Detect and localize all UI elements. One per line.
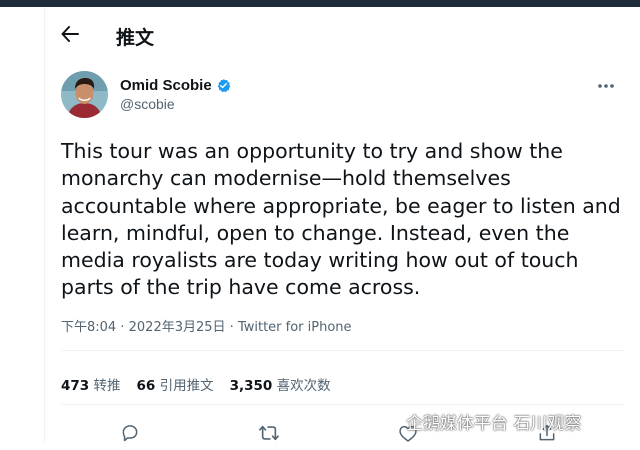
likes-count: 3,350	[229, 378, 273, 394]
tweet-time[interactable]: 下午8:04	[61, 320, 116, 335]
camera-logo-icon	[378, 411, 400, 432]
author-name-text: Omid Scobie	[120, 77, 212, 94]
likes-label: 喜欢次数	[276, 378, 331, 394]
tweet-stats: 473 转推 66 引用推文 3,350 喜欢次数	[61, 374, 331, 394]
author-name[interactable]: Omid Scobie	[120, 77, 231, 94]
quotes-label: 引用推文	[159, 378, 214, 394]
avatar[interactable]	[61, 71, 108, 118]
meta-separator: ·	[120, 320, 125, 335]
retweets-stat[interactable]: 473 转推	[61, 374, 120, 394]
avatar-photo	[61, 71, 108, 118]
retweet-icon	[259, 425, 279, 441]
author-handle[interactable]: @scobie	[120, 96, 175, 112]
more-horizontal-icon	[598, 84, 614, 88]
tweet-meta: 下午8:04 · 2022年3月25日 · Twitter for iPhone	[61, 316, 352, 335]
watermark: 企鹅媒体平台 石川观察	[376, 409, 581, 434]
likes-stat[interactable]: 3,350 喜欢次数	[230, 374, 331, 394]
back-button[interactable]	[55, 19, 85, 49]
tweet-date[interactable]: 2022年3月25日	[129, 320, 226, 335]
quotes-count: 66	[136, 378, 156, 394]
arrow-left-icon	[61, 26, 79, 42]
browser-top-strip	[0, 0, 640, 7]
retweets-label: 转推	[93, 378, 121, 394]
tweet-source[interactable]: Twitter for iPhone	[238, 320, 352, 335]
reply-button[interactable]	[115, 418, 145, 448]
retweet-button[interactable]	[254, 418, 284, 448]
watermark-text: 企鹅媒体平台 石川观察	[406, 414, 582, 434]
tweet-text: This tour was an opportunity to try and …	[61, 139, 621, 300]
more-options-button[interactable]	[593, 77, 619, 95]
reply-icon	[122, 425, 138, 442]
page-title: 推文	[116, 27, 155, 49]
page-header: 推文	[45, 7, 640, 61]
verified-badge-icon	[216, 78, 231, 93]
divider	[61, 350, 625, 351]
quotes-stat[interactable]: 66 引用推文	[136, 374, 213, 394]
meta-separator-2: ·	[229, 320, 234, 335]
divider	[61, 404, 625, 405]
tweet-detail-column: 推文 Omid Scobie @scobie This tour was an …	[44, 7, 640, 443]
retweets-count: 473	[61, 378, 90, 394]
